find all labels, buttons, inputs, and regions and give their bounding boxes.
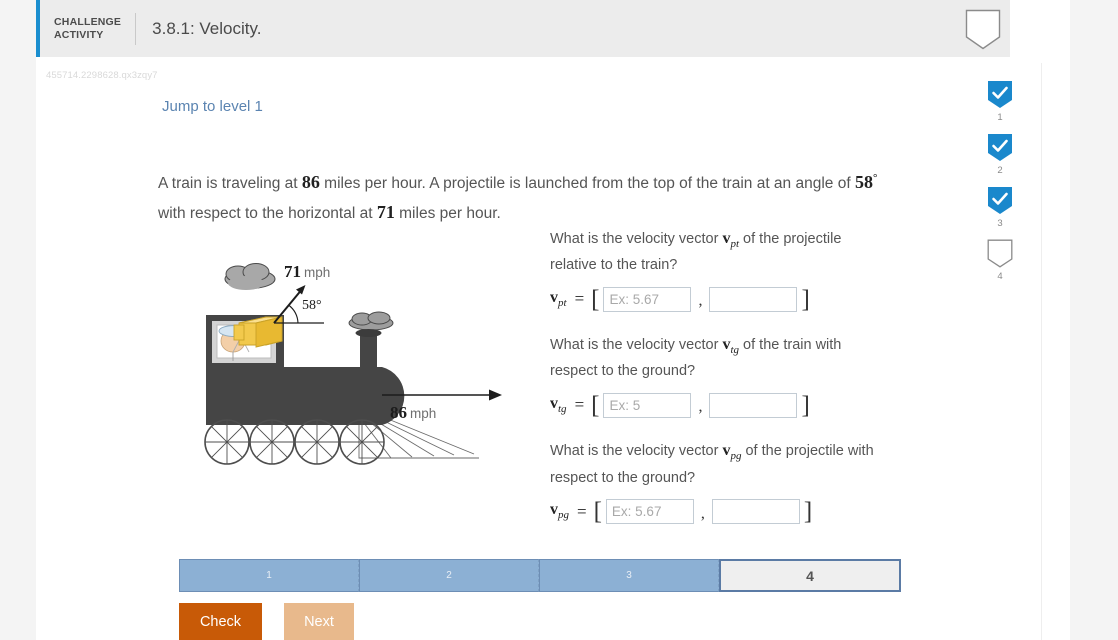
next-button[interactable]: Next bbox=[284, 603, 354, 640]
comma-tg: , bbox=[698, 398, 703, 416]
progress-step-2[interactable]: 2 bbox=[359, 559, 539, 592]
sidebar-label-1: 1 bbox=[997, 112, 1003, 123]
answer-input-pg-y[interactable] bbox=[711, 499, 800, 525]
train-speed-value: 86 bbox=[301, 172, 320, 192]
answer-input-pt-y[interactable] bbox=[709, 286, 798, 312]
question-text-before-pg: What is the velocity vector bbox=[550, 443, 723, 460]
projectile-speed-value: 71 bbox=[376, 202, 395, 222]
sidebar-item-4[interactable]: 4 bbox=[970, 239, 1030, 282]
progress-step-3[interactable]: 3 bbox=[539, 559, 719, 592]
train-speed-label: 86 bbox=[390, 403, 407, 422]
answer-vector-label-tg: vtg bbox=[550, 395, 567, 416]
smokestack bbox=[355, 329, 382, 371]
question-id: 455714.2298628.qx3zqy7 bbox=[46, 70, 158, 81]
sidebar-label-3: 3 bbox=[997, 218, 1003, 229]
answer-input-tg-y[interactable] bbox=[709, 392, 798, 418]
open-bracket-pt: [ bbox=[591, 285, 600, 313]
jump-to-level-link[interactable]: Jump to level 1 bbox=[162, 98, 263, 115]
progress-step-1[interactable]: 1 bbox=[179, 559, 359, 592]
answer-row-pt: vpt = [ , ] bbox=[550, 286, 950, 312]
activity-page: CHALLENGE ACTIVITY 3.8.1: Velocity. 4557… bbox=[36, 0, 1070, 640]
question-block-pt: What is the velocity vector vpt of the p… bbox=[550, 228, 950, 312]
header-divider bbox=[135, 12, 137, 45]
sidebar-item-3[interactable]: 3 bbox=[970, 186, 1030, 229]
shield-check-icon bbox=[988, 187, 1012, 214]
comma-pt: , bbox=[698, 292, 703, 310]
question-block-tg: What is the velocity vector vtg of the t… bbox=[550, 334, 950, 418]
challenge-activity-label: CHALLENGE ACTIVITY bbox=[54, 16, 121, 42]
question-text-before-pt: What is the velocity vector bbox=[550, 231, 723, 247]
open-bracket-pg: [ bbox=[593, 498, 602, 526]
comma-pg: , bbox=[700, 504, 705, 522]
train-diagram: 71 mph 58° 86 mph bbox=[204, 262, 502, 465]
challenge-label-line1: CHALLENGE bbox=[54, 15, 122, 28]
equals-sign-pt: = bbox=[574, 289, 585, 309]
shield-check-icon bbox=[988, 134, 1012, 161]
question-block-pg: What is the velocity vector vpg of the p… bbox=[550, 440, 950, 525]
level-progress-sidebar: 1 2 3 4 bbox=[970, 80, 1030, 292]
answer-vector-label-pg: vpg bbox=[550, 501, 569, 522]
challenge-label-line2: ACTIVITY bbox=[54, 28, 104, 41]
prompt-part-2: miles per hour. A projectile is launched… bbox=[319, 175, 855, 192]
launch-angle-value: 58° bbox=[854, 172, 878, 192]
progress-bar: 1 2 3 4 bbox=[179, 559, 901, 592]
prompt-part-1: A train is traveling at bbox=[158, 175, 302, 192]
check-button[interactable]: Check bbox=[179, 603, 262, 640]
equals-sign-tg: = bbox=[574, 395, 585, 415]
answer-input-tg-x[interactable] bbox=[603, 392, 692, 418]
projectile-speed-label: 71 bbox=[284, 262, 301, 281]
sidebar-item-1[interactable]: 1 bbox=[970, 80, 1030, 123]
vector-symbol-pt: vpt bbox=[722, 230, 740, 251]
header-accent-bar bbox=[36, 0, 40, 57]
cloud-icon-smoke bbox=[348, 311, 394, 331]
sidebar-item-2[interactable]: 2 bbox=[970, 133, 1030, 176]
angle-label: 58° bbox=[302, 298, 322, 313]
answer-row-tg: vtg = [ , ] bbox=[550, 392, 950, 418]
question-text-pg: What is the velocity vector vpg of the p… bbox=[550, 440, 890, 488]
progress-step-4[interactable]: 4 bbox=[719, 559, 901, 592]
shield-check-icon bbox=[988, 81, 1012, 108]
projectile-speed-unit: mph bbox=[304, 265, 330, 280]
question-text-pt: What is the velocity vector vpt of the p… bbox=[550, 228, 890, 276]
train-speed-unit: mph bbox=[410, 406, 436, 421]
close-bracket-tg: ] bbox=[801, 391, 810, 419]
page-title: 3.8.1: Velocity. bbox=[152, 18, 262, 38]
vector-symbol-tg: vtg bbox=[722, 336, 740, 357]
close-bracket-pt: ] bbox=[801, 285, 810, 313]
question-text-before-tg: What is the velocity vector bbox=[550, 337, 723, 354]
answer-row-pg: vpg = [ , ] bbox=[550, 499, 950, 525]
close-bracket-pg: ] bbox=[803, 498, 813, 526]
answer-input-pt-x[interactable] bbox=[603, 286, 692, 312]
answer-vector-label-pt: vpt bbox=[550, 289, 567, 310]
prompt-part-4: miles per hour. bbox=[394, 205, 501, 222]
shield-outline-icon bbox=[987, 239, 1013, 268]
cloud-icon-left bbox=[224, 263, 276, 290]
prompt-part-3: with respect to the horizontal at bbox=[158, 205, 377, 222]
open-bracket-tg: [ bbox=[591, 391, 600, 419]
action-buttons: Check Next bbox=[179, 603, 354, 640]
sidebar-label-2: 2 bbox=[997, 165, 1003, 176]
answer-input-pg-x[interactable] bbox=[605, 499, 694, 525]
activity-header: CHALLENGE ACTIVITY 3.8.1: Velocity. bbox=[36, 0, 1010, 57]
question-text-tg: What is the velocity vector vtg of the t… bbox=[550, 334, 890, 382]
sidebar-label-4: 4 bbox=[997, 271, 1003, 282]
shield-outline-icon[interactable] bbox=[965, 9, 1001, 50]
problem-statement: A train is traveling at 86 miles per hou… bbox=[158, 164, 888, 228]
equals-sign-pg: = bbox=[577, 501, 587, 521]
vector-symbol-pg: vpg bbox=[722, 442, 742, 463]
wheels bbox=[204, 419, 385, 465]
question-list: What is the velocity vector vpt of the p… bbox=[550, 228, 950, 547]
sidebar-divider bbox=[1041, 63, 1042, 640]
